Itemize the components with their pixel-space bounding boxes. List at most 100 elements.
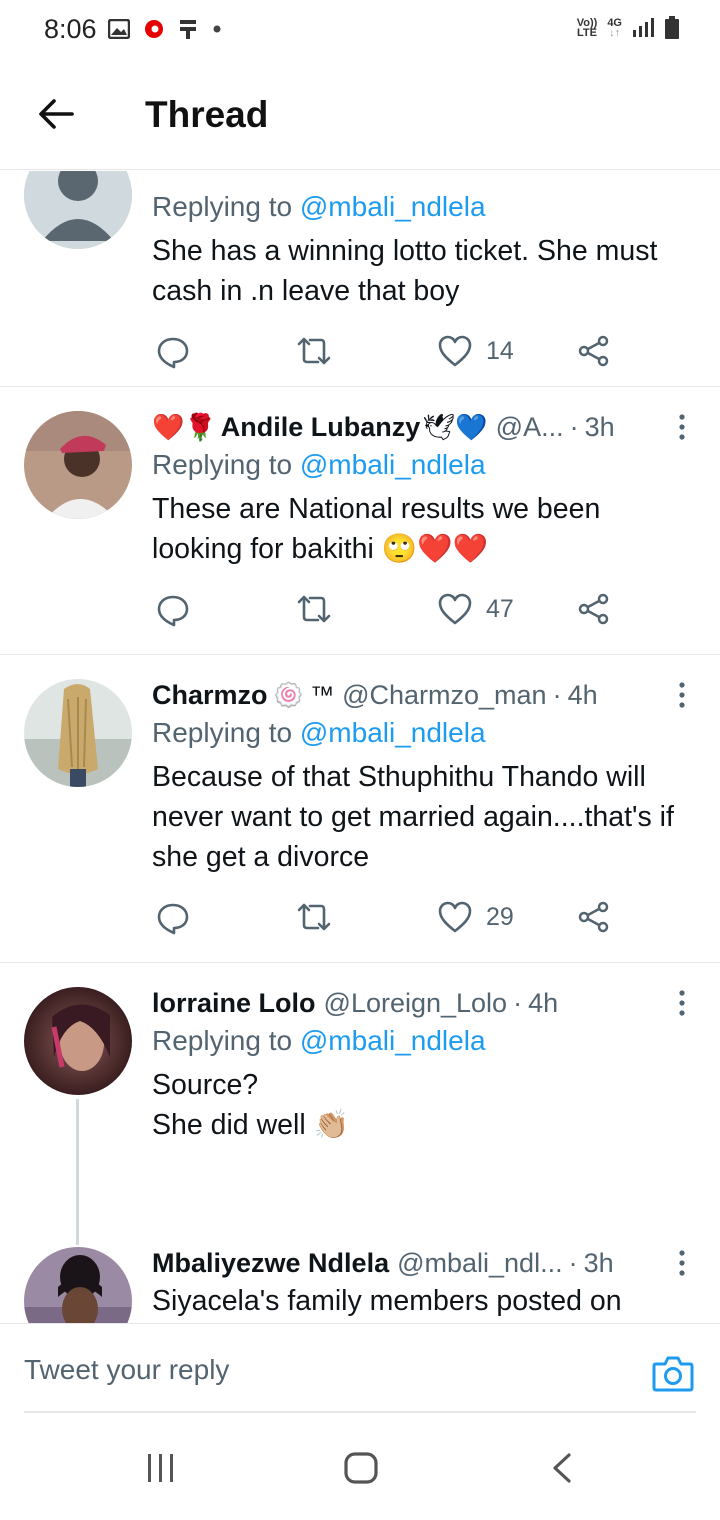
separator: · [569, 411, 579, 442]
recent-apps-icon[interactable] [146, 1452, 176, 1484]
name-emoji: 🍥 ™ [273, 681, 335, 709]
tweet-header: Charmzo 🍥 ™ @Charmzo_man · 4h [152, 677, 696, 713]
like-icon [438, 593, 472, 625]
name-emoji: 🕊💙 [422, 411, 488, 442]
reply-icon [157, 903, 189, 935]
timestamp: 3h [584, 411, 615, 442]
share-icon [578, 901, 609, 933]
avatar[interactable] [24, 679, 132, 787]
tweet-header: lorraine Lolo @Loreign_Lolo · 4h [152, 985, 696, 1021]
tweet-actions: 14 [152, 335, 632, 375]
timestamp: 3h [583, 1247, 614, 1278]
name-emoji: ❤️🌹 [152, 411, 217, 442]
share-button[interactable] [578, 593, 610, 625]
usb-icon [180, 20, 196, 39]
back-arrow-icon[interactable] [36, 94, 76, 134]
separator: · [552, 679, 562, 710]
like-icon [438, 901, 472, 933]
like-button[interactable]: 29 [438, 901, 514, 933]
separator: · [568, 1247, 578, 1278]
display-name[interactable]: Mbaliyezwe Ndlela [152, 1248, 389, 1279]
display-name[interactable]: Charmzo [152, 680, 268, 711]
like-button[interactable]: 14 [438, 335, 514, 367]
network-type-icon: 4G ↓↑ [607, 18, 622, 39]
reply-mention-link[interactable]: @mbali_ndlela [300, 717, 486, 748]
tweet-text: She has a winning lotto ticket. She must… [152, 235, 658, 307]
thread-feed[interactable]: Replying to @mbali_ndlela She has a winn… [0, 171, 720, 1323]
more-vertical-icon[interactable] [672, 681, 692, 711]
tweet-actions: 47 [152, 593, 632, 633]
username[interactable]: @Charmzo_man [342, 680, 546, 711]
avatar-default[interactable] [24, 171, 132, 249]
system-icons: Vo)) LTE 4G ↓↑ [577, 16, 680, 40]
reply-button[interactable] [156, 901, 204, 935]
tweet-text-line: Source? [152, 1069, 259, 1101]
replying-to-label: Replying to [152, 717, 293, 748]
tweet-header: ❤️🌹 Andile Lubanzy 🕊💙 @A... · 3h [152, 409, 696, 445]
timestamp: 4h [528, 987, 559, 1018]
more-vertical-icon[interactable] [672, 413, 692, 443]
user-photo-icon [24, 679, 132, 787]
reply-composer[interactable]: Tweet your reply [0, 1323, 720, 1413]
display-name[interactable]: Andile Lubanzy [221, 412, 421, 443]
tweet[interactable]: Mbaliyezwe Ndlela @mbali_ndl... · 3h Siy… [0, 1227, 720, 1323]
share-button[interactable] [578, 901, 610, 933]
tweet[interactable]: ❤️🌹 Andile Lubanzy 🕊💙 @A... · 3h Replyin… [0, 387, 720, 655]
nav-back-icon[interactable] [550, 1452, 574, 1484]
system-nav-bar [0, 1414, 720, 1520]
retweet-icon [297, 337, 331, 365]
retweet-button[interactable] [296, 335, 332, 367]
share-icon [578, 335, 609, 367]
user-photo-icon [24, 987, 132, 1095]
volte-icon: Vo)) LTE [577, 18, 598, 39]
like-button[interactable]: 47 [438, 593, 514, 625]
network-bottom-label: ↓↑ [609, 27, 621, 39]
reply-mention-link[interactable]: @mbali_ndlela [300, 1025, 486, 1056]
avatar[interactable] [24, 411, 132, 519]
like-count: 29 [486, 902, 514, 931]
retweet-icon [297, 903, 331, 931]
user-photo-icon [24, 1247, 132, 1323]
tweet-text: Siyacela's family members posted on [152, 1285, 622, 1317]
retweet-button[interactable] [296, 901, 332, 933]
reply-input[interactable]: Tweet your reply [24, 1354, 229, 1386]
tweet-text: Source? She did well 👏🏼 [152, 1065, 696, 1145]
more-vertical-icon[interactable] [672, 1249, 692, 1279]
replying-to: Replying to @mbali_ndlela [152, 1025, 696, 1057]
home-icon[interactable] [344, 1452, 378, 1484]
tweet[interactable]: Replying to @mbali_ndlela She has a winn… [0, 171, 720, 387]
like-count: 47 [486, 594, 514, 623]
reply-icon [157, 337, 189, 369]
status-bar: 8:06 Vo)) LTE 4G ↓↑ [0, 0, 720, 60]
camera-icon[interactable] [652, 1354, 694, 1392]
volte-bottom-label: LTE [577, 27, 597, 39]
reply-mention-link[interactable]: @mbali_ndlela [300, 191, 486, 222]
replying-to: Replying to @mbali_ndlela [152, 449, 696, 481]
tweet-text-line: She did well 👏🏼 [152, 1109, 350, 1141]
notification-icons [108, 18, 222, 40]
user-photo-icon [24, 411, 132, 519]
signal-icon [633, 18, 654, 37]
reply-mention-link[interactable]: @mbali_ndlela [300, 449, 486, 480]
dot-icon [213, 25, 221, 33]
more-vertical-icon[interactable] [672, 989, 692, 1019]
share-button[interactable] [578, 335, 610, 367]
retweet-icon [297, 595, 331, 623]
tweet-text: These are National results we been looki… [152, 493, 601, 565]
avatar[interactable] [24, 987, 132, 1095]
timestamp: 4h [567, 679, 598, 710]
username[interactable]: @A... [496, 412, 564, 443]
display-name[interactable]: lorraine Lolo [152, 988, 316, 1019]
username[interactable]: @Loreign_Lolo [324, 988, 508, 1019]
tweet-text: Because of that Sthuphithu Thando will n… [152, 761, 674, 873]
separator: · [513, 987, 523, 1018]
default-avatar-icon [24, 171, 132, 249]
replying-to-label: Replying to [152, 1025, 293, 1056]
reply-button[interactable] [156, 335, 204, 369]
reply-button[interactable] [156, 593, 204, 627]
tweet[interactable]: Charmzo 🍥 ™ @Charmzo_man · 4h Replying t… [0, 655, 720, 963]
retweet-button[interactable] [296, 593, 332, 625]
vodafone-icon [145, 20, 163, 38]
avatar[interactable] [24, 1247, 132, 1323]
username[interactable]: @mbali_ndl... [397, 1248, 562, 1279]
